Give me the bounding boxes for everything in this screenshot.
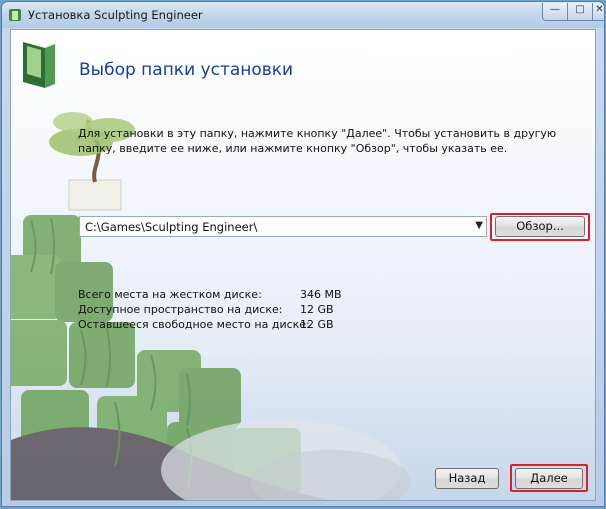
available-space-label: Доступное пространство на диске: (78, 303, 283, 316)
window-title: Установка Sculpting Engineer (28, 8, 203, 22)
total-space-value: 346 MB (300, 288, 342, 301)
installer-window: Установка Sculpting Engineer — □ ✕ Выбор… (1, 1, 605, 507)
close-button[interactable]: ✕ (592, 3, 604, 21)
wizard-page: Выбор папки установки Для установки в эт… (10, 29, 596, 501)
maximize-icon: □ (575, 4, 585, 15)
total-space-label: Всего места на жестком диске: (78, 288, 262, 301)
browse-button[interactable]: Обзор... (495, 216, 585, 237)
dropdown-arrow-icon[interactable]: ▼ (475, 220, 483, 231)
install-folder-value: C:\Games\Sculpting Engineer\ (85, 220, 258, 234)
folder-icon (23, 42, 55, 88)
back-button[interactable]: Назад (435, 468, 499, 489)
remaining-space-label: Оставшееся свободное место на диске: (78, 318, 310, 331)
install-folder-combobox[interactable]: C:\Games\Sculpting Engineer\ ▼ (79, 216, 487, 237)
remaining-space-value: 12 GB (300, 318, 334, 331)
minimize-button[interactable]: — (542, 3, 568, 21)
available-space-value: 12 GB (300, 303, 334, 316)
title-bar[interactable]: Установка Sculpting Engineer — □ ✕ (2, 2, 604, 28)
maximize-button[interactable]: □ (567, 3, 593, 21)
instructions-text: Для установки в эту папку, нажмите кнопк… (78, 127, 557, 155)
close-icon: ✕ (595, 4, 604, 15)
minimize-icon: — (550, 4, 560, 15)
next-button[interactable]: Далее (515, 468, 583, 489)
installer-icon (9, 9, 21, 21)
page-title: Выбор папки установки (79, 60, 294, 80)
watermelon-bonsai-background (11, 112, 411, 500)
